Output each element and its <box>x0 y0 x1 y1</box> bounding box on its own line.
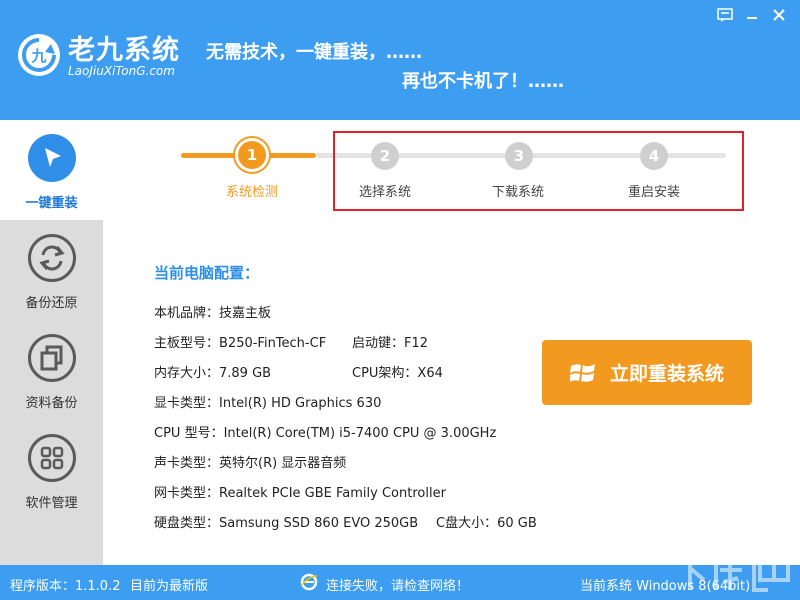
sidebar-item-label: 资料备份 <box>25 396 78 411</box>
app-title: 老九系统 <box>68 35 180 66</box>
config-gpu: 显卡类型：Intel(R) HD Graphics 630 <box>154 396 382 411</box>
sidebar-item-one-click-reinstall[interactable]: 一键重装 <box>0 120 103 220</box>
sidebar-item-software-manager[interactable]: 软件管理 <box>0 420 103 520</box>
sidebar-item-label: 备份还原 <box>25 296 78 311</box>
sidebar: 一键重装 备份还原 资料备份 软件管理 <box>0 120 103 565</box>
windows-logo-icon <box>569 363 595 382</box>
message-button[interactable] <box>713 4 737 26</box>
reinstall-now-label: 立即重装系统 <box>609 363 724 385</box>
sidebar-item-data-backup[interactable]: 资料备份 <box>0 320 103 420</box>
step-4-dot: 4 <box>640 142 668 170</box>
step-3-label: 下载系统 <box>491 185 544 200</box>
close-button[interactable] <box>767 4 791 26</box>
config-brand: 本机品牌：技嘉主板 <box>154 306 272 321</box>
cursor-arrow-icon <box>28 134 76 182</box>
ie-browser-icon <box>300 573 318 591</box>
config-cpu-arch: CPU架构：X64 <box>352 366 443 381</box>
step-4-label: 重启安装 <box>627 185 680 200</box>
close-icon <box>773 9 785 21</box>
app-website: LaoJiuXiTonG.com <box>68 64 175 78</box>
config-title: 当前电脑配置： <box>154 264 260 282</box>
step-1-label: 系统检测 <box>225 185 278 200</box>
reinstall-now-button[interactable]: 立即重装系统 <box>542 340 752 405</box>
sidebar-item-label: 软件管理 <box>25 496 78 511</box>
config-c-drive: C盘大小：60 GB <box>436 516 537 531</box>
step-3-dot: 3 <box>505 142 533 170</box>
step-2-dot: 2 <box>371 142 399 170</box>
slogan-line-1: 无需技术，一键重装，…… <box>206 42 422 63</box>
step-2-label: 选择系统 <box>358 185 411 200</box>
watermark-logo <box>674 550 790 592</box>
config-motherboard: 主板型号：B250-FinTech-CF <box>154 336 327 351</box>
refresh-cycle-icon <box>28 234 76 282</box>
copy-icon <box>28 334 76 382</box>
slogan-line-2: 再也不卡机了！…… <box>402 71 564 92</box>
message-icon <box>717 8 733 22</box>
grid-icon <box>28 434 76 482</box>
minimize-button[interactable] <box>740 4 764 26</box>
header-bar: 九 老九系统 LaoJiuXiTonG.com 无需技术，一键重装，…… 再也不… <box>0 0 800 120</box>
sidebar-item-label: 一键重装 <box>25 196 78 211</box>
config-cpu: CPU 型号：Intel(R) Core(TM) i5-7400 CPU @ 3… <box>154 426 497 441</box>
update-status: 目前为最新版 <box>130 579 209 594</box>
config-memory: 内存大小：7.89 GB <box>154 366 272 381</box>
config-nic: 网卡类型：Realtek PCIe GBE Family Controller <box>154 486 446 501</box>
minimize-icon <box>747 17 757 19</box>
config-disk: 硬盘类型：Samsung SSD 860 EVO 250GB <box>154 516 419 531</box>
program-version: 程序版本：1.1.0.2 <box>10 579 121 594</box>
network-status: 连接失败，请检查网络！ <box>326 579 470 594</box>
config-boot-key: 启动键：F12 <box>352 336 429 351</box>
svg-text:九: 九 <box>30 47 46 65</box>
config-sound: 声卡类型：英特尔(R) 显示器音频 <box>154 456 347 471</box>
step-1-dot: 1 <box>235 138 269 172</box>
sidebar-item-backup-restore[interactable]: 备份还原 <box>0 220 103 320</box>
app-logo-icon: 九 <box>18 34 60 76</box>
